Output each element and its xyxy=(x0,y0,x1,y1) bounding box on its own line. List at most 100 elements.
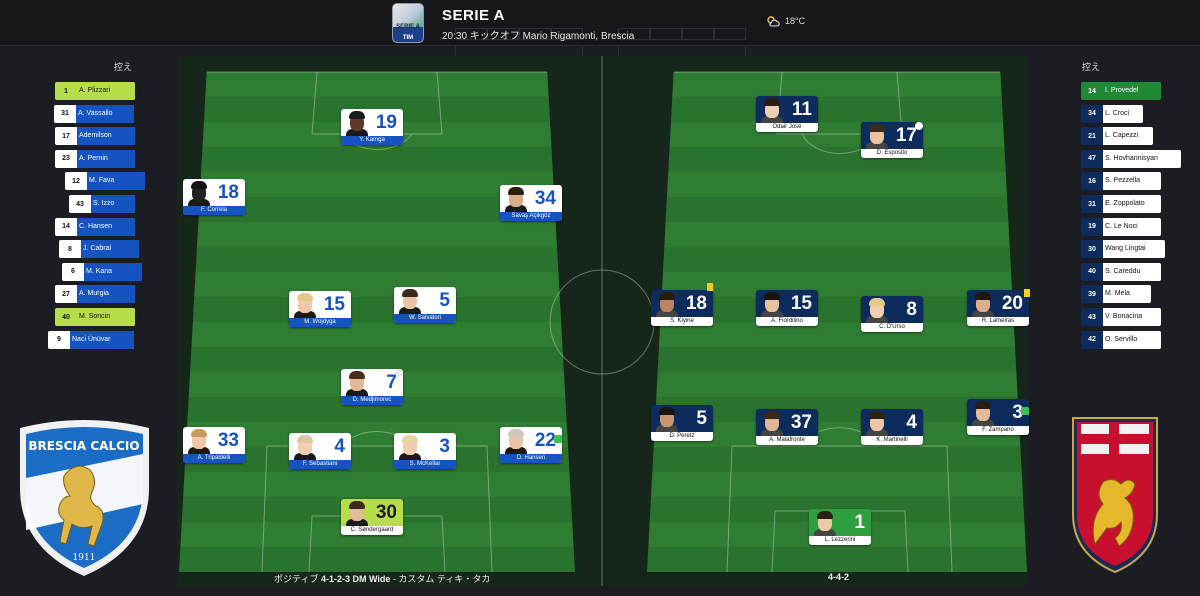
sub-number: 40 xyxy=(1088,268,1096,276)
player-avatar xyxy=(398,288,422,315)
sub-number: 23 xyxy=(62,155,70,163)
player-avatar xyxy=(504,186,528,213)
genoa-crest xyxy=(1072,417,1158,574)
away-sub-item[interactable]: 47 S. Hovhannisyan xyxy=(1081,149,1181,168)
temperature: 18°C xyxy=(785,16,806,26)
sub-number: 27 xyxy=(62,290,70,298)
sub-number: 43 xyxy=(1088,313,1096,321)
sub-name: A. Pernin xyxy=(77,149,135,168)
home-sub-item[interactable]: 40 M. Soncin xyxy=(55,308,135,326)
player-avatar xyxy=(971,400,995,427)
player-avatar xyxy=(345,370,369,397)
serie-a-logo: SERIE A TIM xyxy=(392,3,424,43)
sub-name: A. Plizzari xyxy=(77,82,135,100)
sub-number: 9 xyxy=(57,336,61,344)
player-card-home[interactable]: 18 F. Correia xyxy=(183,179,245,215)
away-sub-item[interactable]: 14 I. Provedel xyxy=(1081,82,1161,100)
player-card-away[interactable]: 37 A. Malafronte xyxy=(756,409,818,445)
player-card-home[interactable]: 7 D. Medjimorec xyxy=(341,369,403,405)
player-card-home-goalkeeper[interactable]: 30 C. Søndergaard xyxy=(341,499,403,535)
player-avatar xyxy=(187,428,211,455)
away-sub-item[interactable]: 39 M. Mela xyxy=(1081,285,1151,304)
player-card-home[interactable]: 3 S. McKellar xyxy=(394,433,456,469)
partly-cloudy-icon xyxy=(767,16,780,27)
player-card-away[interactable]: 20 R. Lameiras xyxy=(967,290,1029,326)
sub-number: 16 xyxy=(1088,177,1096,185)
away-sub-item[interactable]: 19 C. Le Noci xyxy=(1081,217,1161,236)
player-avatar xyxy=(865,123,889,150)
away-sub-item[interactable]: 43 V. Bonacina xyxy=(1081,308,1161,326)
away-sub-item[interactable]: 34 L. Croci xyxy=(1081,104,1143,123)
sub-name: C. Hansen xyxy=(77,217,135,236)
sub-name: M. Mela xyxy=(1103,285,1151,304)
player-card-home[interactable]: 5 W. Salvatori xyxy=(394,287,456,323)
sub-name: Naci Ünüvar xyxy=(70,330,134,349)
player-avatar xyxy=(398,434,422,461)
sub-number: 34 xyxy=(1088,110,1096,118)
player-avatar xyxy=(345,110,369,137)
player-card-home[interactable]: 15 M. Wojdyga xyxy=(289,291,351,327)
player-avatar xyxy=(504,428,528,455)
away-sub-item[interactable]: 40 S. Careddu xyxy=(1081,262,1161,281)
home-sub-item[interactable]: 9 Naci Ünüvar xyxy=(48,330,134,349)
home-sub-item[interactable]: 23 A. Pernin xyxy=(55,149,135,168)
sub-name: C. Le Noci xyxy=(1103,217,1161,236)
home-sub-item[interactable]: 14 C. Hansen xyxy=(55,217,135,236)
sub-number: 30 xyxy=(1088,245,1096,253)
away-sub-item[interactable]: 16 S. Pezzella xyxy=(1081,172,1161,191)
home-sub-item[interactable]: 12 M. Fava xyxy=(65,172,145,191)
home-sub-item[interactable]: 27 A. Murgia xyxy=(55,285,135,304)
player-avatar xyxy=(760,291,784,318)
fitness-icon xyxy=(554,435,562,443)
match-info: 20:30 キックオフ Mario Rigamonti, Brescia xyxy=(442,31,635,42)
sub-number: 14 xyxy=(1088,87,1096,95)
player-avatar xyxy=(813,510,837,537)
away-sub-item[interactable]: 42 O. Servillo xyxy=(1081,330,1161,349)
player-card-away[interactable]: 11 Odair José xyxy=(756,96,818,132)
sub-number: 21 xyxy=(1088,132,1096,140)
sub-number: 43 xyxy=(76,200,84,208)
player-card-away[interactable]: 18 S. Kiyine xyxy=(651,290,713,326)
home-sub-item[interactable]: 6 M. Kana xyxy=(62,262,142,281)
player-card-home[interactable]: 19 Y. Kamga xyxy=(341,109,403,145)
sub-name: S. Izzo xyxy=(91,195,135,213)
home-sub-item[interactable]: 8 J. Cabral xyxy=(59,240,139,259)
sub-name: L. Croci xyxy=(1103,104,1143,123)
player-card-away-goalkeeper[interactable]: 1 L. Lezzerini xyxy=(809,509,871,545)
player-card-away[interactable]: 4 K. Martinelli xyxy=(861,409,923,445)
player-card-home[interactable]: 34 Savaş Açikgöz xyxy=(500,185,562,221)
sub-number: 40 xyxy=(62,313,70,321)
sub-name: M. Kana xyxy=(84,262,142,281)
player-card-home[interactable]: 22 D. Hansen xyxy=(500,427,562,463)
player-avatar xyxy=(971,291,995,318)
competition-title: SERIE A xyxy=(442,7,505,24)
sub-name: I. Provedel xyxy=(1103,82,1161,100)
sub-name: S. Pezzella xyxy=(1103,172,1161,191)
away-sub-item[interactable]: 31 E. Zoppolato xyxy=(1081,195,1161,213)
player-card-away[interactable]: 8 C. D'Urso xyxy=(861,296,923,332)
header-tab[interactable] xyxy=(650,28,682,40)
crest-text: BRESCIA CALCIO xyxy=(28,439,139,453)
header-tabs-right xyxy=(618,28,746,40)
player-card-away[interactable]: 3 F. Zampano xyxy=(967,399,1029,435)
sub-name: Ademilson xyxy=(77,127,135,146)
player-card-away[interactable]: 15 A. Fiordilino xyxy=(756,290,818,326)
header-tab[interactable] xyxy=(682,28,714,40)
player-card-home[interactable]: 4 F. Sebastiani xyxy=(289,433,351,469)
sub-name: L. Capezzi xyxy=(1103,127,1153,146)
sub-name: J. Cabral xyxy=(81,240,139,259)
player-card-away[interactable]: 17 D. Esposito xyxy=(861,122,923,158)
sub-number: 19 xyxy=(1088,223,1096,231)
player-card-home[interactable]: 33 A. Tripaldelli xyxy=(183,427,245,463)
sub-number: 1 xyxy=(64,87,68,95)
home-sub-item[interactable]: 17 Ademilson xyxy=(55,127,135,146)
home-sub-item[interactable]: 31 A. Vassallo xyxy=(54,104,134,123)
home-sub-item[interactable]: 1 A. Plizzari xyxy=(55,82,135,100)
player-avatar xyxy=(865,410,889,437)
player-card-away[interactable]: 5 D. Peretz xyxy=(651,405,713,441)
home-sub-item[interactable]: 43 S. Izzo xyxy=(69,195,135,213)
sub-name: M. Soncin xyxy=(77,308,135,326)
header-tab[interactable] xyxy=(714,28,746,40)
away-sub-item[interactable]: 21 L. Capezzi xyxy=(1081,127,1153,146)
away-sub-item[interactable]: 30 Wang Lingtai xyxy=(1081,240,1165,259)
